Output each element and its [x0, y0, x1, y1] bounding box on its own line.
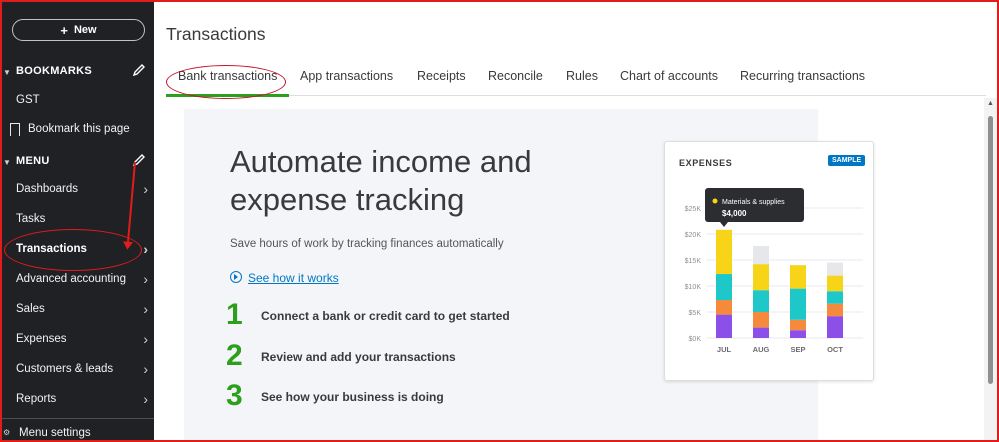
bar-segment [790, 319, 806, 331]
tab-rules[interactable]: Rules [566, 69, 598, 83]
bar-segment [716, 274, 732, 301]
x-tick-label: SEP [790, 345, 805, 354]
tooltip-pointer [720, 222, 728, 227]
new-button[interactable]: + New [12, 19, 145, 41]
chevron-right-icon: › [143, 301, 148, 317]
scroll-thumb[interactable] [988, 116, 993, 384]
annotation-arrow [126, 161, 136, 248]
collapse-caret-icon[interactable]: ▼ [3, 158, 11, 167]
gear-icon: ⚙ [3, 428, 11, 437]
bookmark-this-page-link[interactable]: Bookmark this page [28, 123, 160, 135]
bar-segment [827, 303, 843, 317]
edit-bookmarks-pencil-icon[interactable] [132, 63, 146, 77]
tab-chart-of-accounts[interactable]: Chart of accounts [620, 69, 718, 83]
bar-segment [753, 327, 769, 338]
chevron-right-icon: › [143, 241, 148, 257]
tab-bar: Bank transactions App transactions Recei… [165, 62, 986, 97]
main-content: Transactions Bank transactions App trans… [154, 2, 997, 440]
bookmarks-header: BOOKMARKS [16, 65, 93, 77]
expenses-chart: $0K $5K $10K $15K $20K $25K JUL AUG SEP OCT Materi… [685, 188, 863, 354]
play-icon [230, 271, 242, 283]
chevron-right-icon: › [143, 361, 148, 377]
bar-segment [753, 290, 769, 312]
y-tick-label: $15K [685, 258, 702, 265]
bar-segment [827, 275, 843, 292]
chevron-right-icon: › [143, 331, 148, 347]
bar-segment [790, 288, 806, 320]
sidebar-item-reports[interactable]: Reports › [16, 391, 148, 407]
tooltip-label: Materials & supplies [722, 199, 785, 206]
tab-reconcile[interactable]: Reconcile [488, 69, 543, 83]
scroll-up-icon[interactable]: ▲ [987, 100, 994, 107]
y-tick-label: $5K [689, 310, 702, 317]
bar-segment [753, 264, 769, 291]
tooltip-value: $4,000 [722, 209, 747, 218]
bar-segment [827, 291, 843, 304]
menu-header: MENU [16, 155, 50, 167]
bar-segment [716, 314, 732, 338]
promo-headline: Automate income and expense tracking [230, 144, 532, 217]
chevron-right-icon: › [143, 271, 148, 287]
expenses-chart-card: EXPENSES SAMPLE $0K $5K $10K $15K $20K $25K JU… [664, 141, 874, 381]
collapse-caret-icon[interactable]: ▼ [3, 68, 11, 77]
bookmark-icon [10, 123, 20, 136]
bar-segment [790, 265, 806, 289]
step-item: 1 Connect a bank or credit card to get st… [226, 298, 510, 331]
sidebar: + New ▼ BOOKMARKS GST Bookmark this page … [2, 2, 154, 440]
annotation-oval [166, 65, 286, 99]
chevron-right-icon: › [143, 181, 148, 197]
y-tick-label: $10K [685, 284, 702, 291]
annotation-oval [4, 229, 142, 271]
chevron-right-icon: › [143, 391, 148, 407]
x-tick-label: OCT [827, 345, 843, 354]
x-tick-label: AUG [753, 345, 770, 354]
tab-recurring-transactions[interactable]: Recurring transactions [740, 69, 865, 83]
x-tick-label: JUL [717, 345, 732, 354]
bar-segment [827, 316, 843, 338]
sidebar-divider [2, 418, 154, 419]
bar-segment [790, 330, 806, 338]
menu-settings-link[interactable]: Menu settings [19, 427, 151, 439]
bar-segment [827, 262, 843, 276]
sidebar-item-dashboards[interactable]: Dashboards › [16, 181, 148, 197]
bar-segment [716, 229, 732, 275]
page-title: Transactions [166, 24, 266, 44]
promo-subtitle: Save hours of work by tracking finances … [230, 238, 504, 250]
sidebar-item-expenses[interactable]: Expenses › [16, 331, 148, 347]
y-tick-label: $20K [685, 232, 702, 239]
sidebar-item-sales[interactable]: Sales › [16, 301, 148, 317]
y-tick-label: $0K [689, 336, 702, 343]
tab-app-transactions[interactable]: App transactions [300, 69, 393, 83]
see-how-it-works-link[interactable]: See how it works [230, 271, 339, 285]
step-item: 3 See how your business is doing [226, 379, 444, 412]
y-tick-label: $25K [685, 206, 702, 213]
plus-icon: + [60, 22, 68, 38]
sidebar-item-customers-leads[interactable]: Customers & leads › [16, 361, 148, 377]
tab-receipts[interactable]: Receipts [417, 69, 466, 83]
bar-segment [753, 312, 769, 328]
bar-segment [753, 245, 769, 265]
bar-segment [716, 300, 732, 315]
scrollbar[interactable]: ▲ [984, 98, 997, 440]
bookmark-item-gst[interactable]: GST [16, 94, 148, 106]
step-item: 2 Review and add your transactions [226, 339, 456, 372]
sidebar-item-advanced-accounting[interactable]: Advanced accounting › [16, 271, 148, 287]
tooltip-swatch [712, 198, 718, 204]
